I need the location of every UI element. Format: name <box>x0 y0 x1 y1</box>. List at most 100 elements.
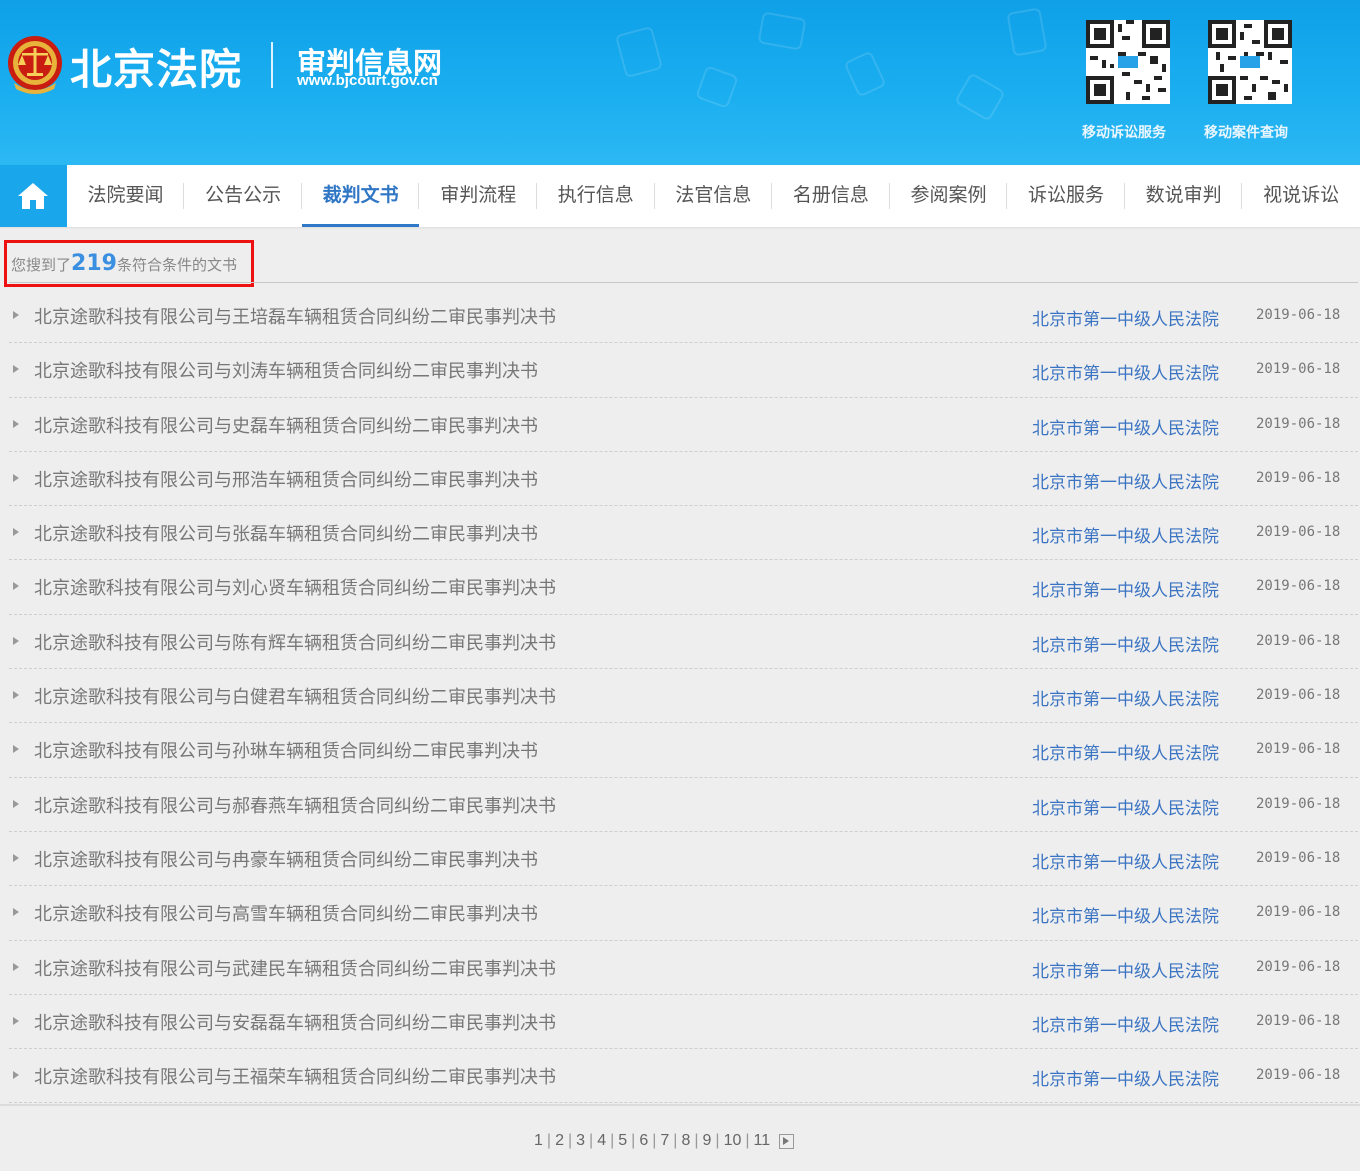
page-link-11[interactable]: 11 <box>750 1132 775 1150</box>
document-title-link[interactable]: 北京途歌科技有限公司与陈有辉车辆租赁合同纠纷二审民事判决书 <box>34 629 556 655</box>
nav-item-court-news[interactable]: 法院要闻 <box>67 165 185 227</box>
page-link-4[interactable]: 4 <box>593 1132 610 1150</box>
next-page-icon[interactable] <box>779 1133 795 1149</box>
bullet-arrow-icon <box>13 799 19 808</box>
list-item: 北京途歌科技有限公司与郝春燕车辆租赁合同纠纷二审民事判决书 北京市第一中级人民法院… <box>9 778 1358 832</box>
court-link[interactable]: 北京市第一中级人民法院 <box>1032 1065 1219 1090</box>
bullet-arrow-icon <box>13 745 19 754</box>
nav-home-button[interactable] <box>0 165 67 227</box>
page-link-1[interactable]: 1 <box>530 1132 547 1150</box>
document-date: 2019-06-18 <box>1256 307 1341 323</box>
list-item: 北京途歌科技有限公司与安磊磊车辆租赁合同纠纷二审民事判决书 北京市第一中级人民法院… <box>9 995 1358 1050</box>
bullet-arrow-icon <box>13 582 19 591</box>
document-date: 2019-06-18 <box>1256 795 1341 812</box>
result-count: 219 <box>71 251 117 276</box>
document-title-link[interactable]: 北京途歌科技有限公司与王培磊车辆租赁合同纠纷二审民事判决书 <box>34 303 556 329</box>
court-link[interactable]: 北京市第一中级人民法院 <box>1032 902 1219 927</box>
bullet-arrow-icon <box>13 365 19 374</box>
document-title-link[interactable]: 北京途歌科技有限公司与白健君车辆租赁合同纠纷二审民事判决书 <box>34 683 556 709</box>
bullet-arrow-icon <box>13 1071 19 1080</box>
nav-item-judgments[interactable]: 裁判文书 <box>301 165 420 227</box>
nav-item-video-litigation[interactable]: 视说诉讼 <box>1242 165 1360 227</box>
page-link-9[interactable]: 9 <box>699 1132 716 1150</box>
nav-item-judges[interactable]: 法官信息 <box>655 165 773 227</box>
document-date: 2019-06-18 <box>1256 578 1341 595</box>
list-item: 北京途歌科技有限公司与高雪车辆租赁合同纠纷二审民事判决书 北京市第一中级人民法院 2… <box>9 886 1358 941</box>
court-link[interactable]: 北京市第一中级人民法院 <box>1032 359 1219 384</box>
bullet-arrow-icon <box>13 962 19 971</box>
court-link[interactable]: 北京市第一中级人民法院 <box>1032 305 1219 330</box>
court-link[interactable]: 北京市第一中级人民法院 <box>1032 957 1219 982</box>
court-link[interactable]: 北京市第一中级人民法院 <box>1032 794 1219 819</box>
bullet-arrow-icon <box>13 908 19 917</box>
nav-item-litigation-service[interactable]: 诉讼服务 <box>1007 165 1125 227</box>
document-title-link[interactable]: 北京途歌科技有限公司与王福荣车辆租赁合同纠纷二审民事判决书 <box>34 1063 556 1089</box>
logo-url: www.bjcourt.gov.cn <box>297 72 438 89</box>
nav-item-announcements[interactable]: 公告公示 <box>184 165 302 227</box>
document-date: 2019-06-18 <box>1256 958 1341 975</box>
document-date: 2019-06-18 <box>1256 687 1341 704</box>
page-link-10[interactable]: 10 <box>720 1132 746 1150</box>
court-link[interactable]: 北京市第一中级人民法院 <box>1032 414 1219 439</box>
page-link-8[interactable]: 8 <box>677 1132 694 1150</box>
decor-shape <box>954 72 1006 122</box>
court-link[interactable]: 北京市第一中级人民法院 <box>1032 631 1219 656</box>
list-item: 北京途歌科技有限公司与武建民车辆租赁合同纠纷二审民事判决书 北京市第一中级人民法院… <box>9 941 1358 995</box>
list-item: 北京途歌科技有限公司与陈有辉车辆租赁合同纠纷二审民事判决书 北京市第一中级人民法院… <box>9 615 1358 670</box>
page-link-6[interactable]: 6 <box>635 1132 652 1150</box>
decor-shape <box>1006 7 1048 57</box>
document-title-link[interactable]: 北京途歌科技有限公司与刘心贤车辆租赁合同纠纷二审民事判决书 <box>34 574 556 600</box>
page-link-7[interactable]: 7 <box>656 1132 673 1150</box>
court-link[interactable]: 北京市第一中级人民法院 <box>1032 1011 1219 1036</box>
bullet-arrow-icon <box>13 636 19 645</box>
court-link[interactable]: 北京市第一中级人民法院 <box>1032 576 1219 601</box>
document-date: 2019-06-18 <box>1256 415 1341 432</box>
nav-item-reference-cases[interactable]: 参阅案例 <box>890 165 1008 227</box>
list-item: 北京途歌科技有限公司与邢浩车辆租赁合同纠纷二审民事判决书 北京市第一中级人民法院 2… <box>9 452 1358 507</box>
document-date: 2019-06-18 <box>1256 741 1341 758</box>
court-link[interactable]: 北京市第一中级人民法院 <box>1032 522 1219 547</box>
bullet-arrow-icon <box>13 473 19 482</box>
qr-code-case-query[interactable] <box>1208 20 1292 104</box>
list-bottom-divider <box>0 1104 1360 1106</box>
decor-shape <box>614 25 664 79</box>
document-title-link[interactable]: 北京途歌科技有限公司与冉豪车辆租赁合同纠纷二审民事判决书 <box>34 846 538 872</box>
nav-item-trial-process[interactable]: 审判流程 <box>419 165 537 227</box>
qr-label-case-query: 移动案件查询 <box>1204 125 1288 141</box>
document-title-link[interactable]: 北京途歌科技有限公司与刘涛车辆租赁合同纠纷二审民事判决书 <box>34 357 538 383</box>
nav-item-trial-data[interactable]: 数说审判 <box>1125 165 1243 227</box>
document-title-link[interactable]: 北京途歌科技有限公司与邢浩车辆租赁合同纠纷二审民事判决书 <box>34 466 538 492</box>
page-link-5[interactable]: 5 <box>614 1132 631 1150</box>
document-title-link[interactable]: 北京途歌科技有限公司与张磊车辆租赁合同纠纷二审民事判决书 <box>34 520 538 546</box>
document-title-link[interactable]: 北京途歌科技有限公司与安磊磊车辆租赁合同纠纷二审民事判决书 <box>34 1009 556 1035</box>
list-item: 北京途歌科技有限公司与孙琳车辆租赁合同纠纷二审民事判决书 北京市第一中级人民法院 2… <box>9 723 1358 778</box>
document-title-link[interactable]: 北京途歌科技有限公司与武建民车辆租赁合同纠纷二审民事判决书 <box>34 955 556 981</box>
logo-title[interactable]: 北京法院 <box>70 36 242 97</box>
bullet-arrow-icon <box>13 691 19 700</box>
nav-item-enforcement[interactable]: 执行信息 <box>537 165 655 227</box>
court-emblem-icon[interactable] <box>6 33 64 97</box>
document-date: 2019-06-18 <box>1256 524 1341 541</box>
document-date: 2019-06-18 <box>1256 849 1341 866</box>
list-item: 北京途歌科技有限公司与冉豪车辆租赁合同纠纷二审民事判决书 北京市第一中级人民法院 2… <box>9 832 1358 887</box>
court-link[interactable]: 北京市第一中级人民法院 <box>1032 685 1219 710</box>
document-title-link[interactable]: 北京途歌科技有限公司与史磊车辆租赁合同纠纷二审民事判决书 <box>34 412 538 438</box>
document-list: 北京途歌科技有限公司与王培磊车辆租赁合同纠纷二审民事判决书 北京市第一中级人民法院… <box>9 289 1358 1104</box>
bullet-arrow-icon <box>13 853 19 862</box>
court-link[interactable]: 北京市第一中级人民法院 <box>1032 739 1219 764</box>
court-link[interactable]: 北京市第一中级人民法院 <box>1032 848 1219 873</box>
document-title-link[interactable]: 北京途歌科技有限公司与高雪车辆租赁合同纠纷二审民事判决书 <box>34 900 538 926</box>
court-link[interactable]: 北京市第一中级人民法院 <box>1032 468 1219 493</box>
document-date: 2019-06-18 <box>1256 469 1341 486</box>
document-date: 2019-06-18 <box>1256 361 1341 378</box>
document-title-link[interactable]: 北京途歌科技有限公司与郝春燕车辆租赁合同纠纷二审民事判决书 <box>34 792 556 818</box>
page-link-3[interactable]: 3 <box>572 1132 589 1150</box>
qr-label-litigation-service: 移动诉讼服务 <box>1082 125 1166 141</box>
document-title-link[interactable]: 北京途歌科技有限公司与孙琳车辆租赁合同纠纷二审民事判决书 <box>34 737 538 763</box>
summary-prefix: 您搜到了 <box>11 256 72 274</box>
page-link-2[interactable]: 2 <box>551 1132 568 1150</box>
nav-item-registry[interactable]: 名册信息 <box>772 165 890 227</box>
bullet-arrow-icon <box>13 419 19 428</box>
qr-code-litigation-service[interactable] <box>1086 20 1170 104</box>
pagination: 1 | 2 | 3 | 4 | 5 | 6 | 7 | 8 | 9 | 10 | 11 <box>530 1132 795 1150</box>
